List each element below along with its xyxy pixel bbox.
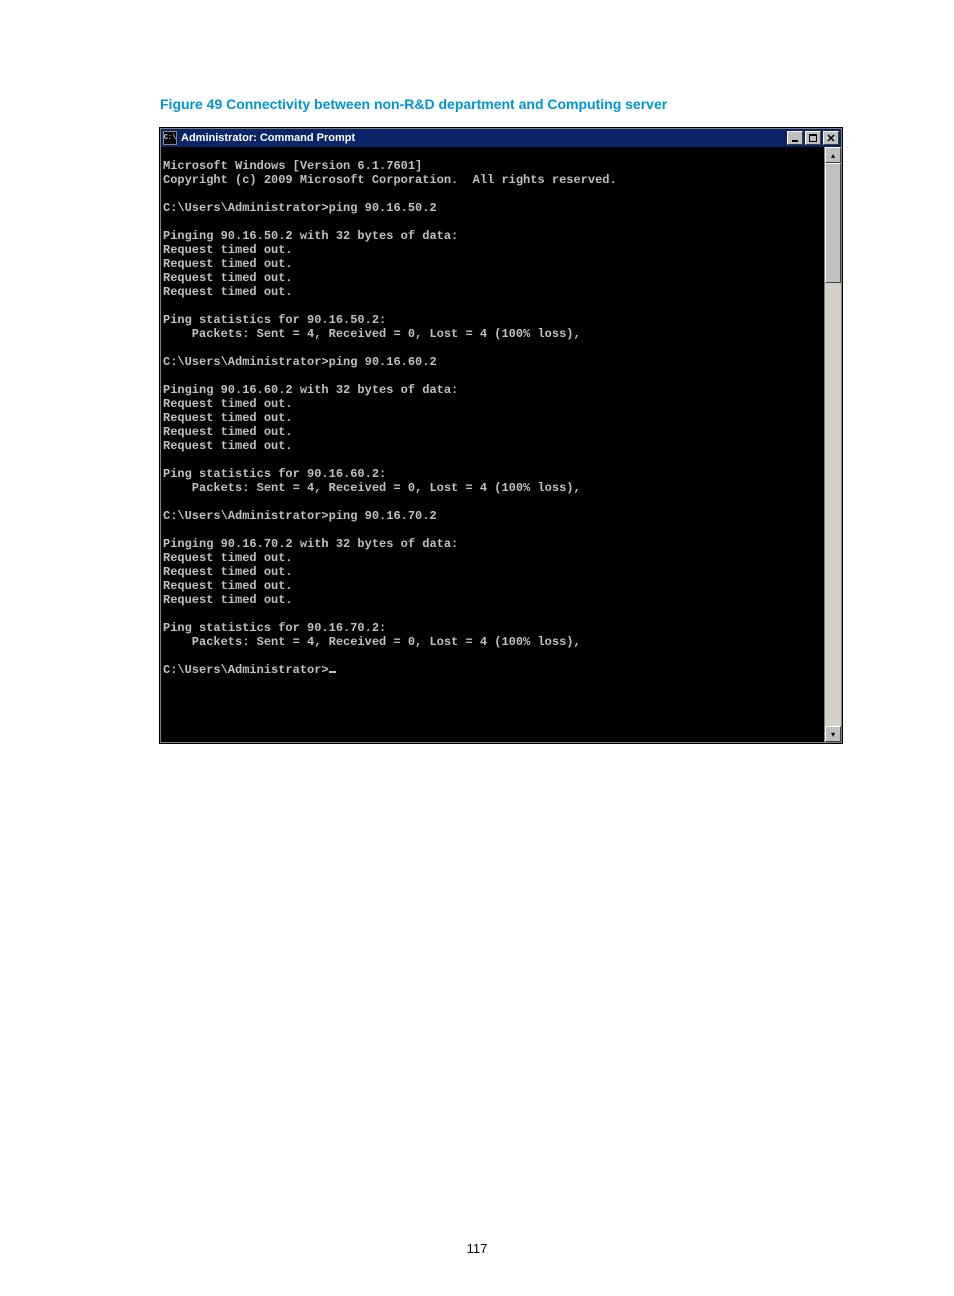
scroll-thumb[interactable] (825, 163, 841, 283)
system-menu-icon[interactable]: C:\ (163, 131, 177, 145)
scroll-down-button[interactable]: ▾ (825, 726, 841, 742)
close-button[interactable] (823, 131, 839, 145)
window-title: Administrator: Command Prompt (181, 132, 785, 144)
scroll-up-button[interactable]: ▴ (825, 147, 841, 163)
window-titlebar[interactable]: C:\ Administrator: Command Prompt (161, 129, 841, 147)
command-prompt-window: C:\ Administrator: Command Prompt Micros… (160, 128, 842, 743)
window-controls (785, 129, 841, 147)
window-client-area: Microsoft Windows [Version 6.1.7601] Cop… (161, 147, 841, 742)
terminal-output[interactable]: Microsoft Windows [Version 6.1.7601] Cop… (161, 159, 824, 730)
page-number: 117 (0, 1241, 954, 1256)
figure-caption: Figure 49 Connectivity between non-R&D d… (160, 96, 854, 112)
minimize-button[interactable] (787, 131, 803, 145)
terminal-cursor (329, 671, 336, 673)
vertical-scrollbar[interactable]: ▴ ▾ (824, 147, 841, 742)
maximize-button[interactable] (805, 131, 821, 145)
scroll-track[interactable] (825, 163, 841, 726)
document-page: Figure 49 Connectivity between non-R&D d… (0, 0, 954, 1296)
